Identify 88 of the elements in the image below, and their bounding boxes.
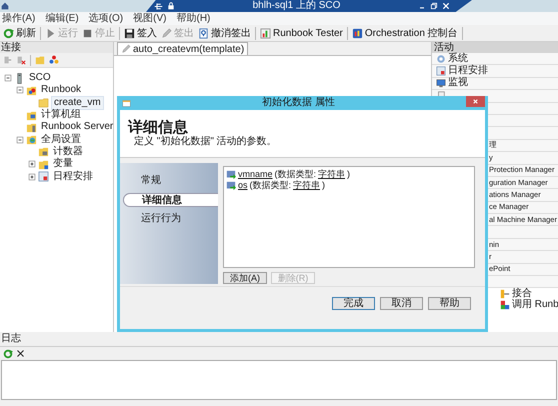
tree-item[interactable]: 计算机组 bbox=[39, 109, 83, 122]
dialog-description: 定义 "初始化数据" 活动的参数。 bbox=[133, 136, 278, 148]
play-icon bbox=[45, 28, 56, 38]
folder-icon bbox=[26, 110, 37, 121]
pencil-icon bbox=[121, 44, 131, 54]
parameter-name[interactable]: vmname bbox=[238, 169, 273, 180]
gear-icon bbox=[436, 54, 446, 64]
calendar-icon bbox=[436, 66, 446, 76]
folder-icon bbox=[26, 84, 37, 96]
parameter-type-label: (数据类型: bbox=[274, 169, 316, 180]
nav-item[interactable]: 运行行为 bbox=[123, 212, 218, 226]
menu-item[interactable]: 帮助(H) bbox=[176, 12, 210, 24]
parameter-icon bbox=[226, 180, 236, 190]
toolbar-button[interactable]: Orchestration 控制台 bbox=[350, 26, 460, 40]
console-icon bbox=[352, 28, 363, 38]
tree-item[interactable]: 计数器 bbox=[51, 146, 85, 158]
parameter-name[interactable]: os bbox=[238, 180, 248, 191]
close-button[interactable] bbox=[466, 96, 485, 107]
tree-item[interactable]: 日程安排 bbox=[51, 170, 95, 183]
pin-icon bbox=[154, 2, 163, 10]
window-title: bhlh-sql1 上的 SCO bbox=[252, 0, 342, 12]
parameter-suffix: ) bbox=[347, 169, 350, 180]
activity-category[interactable]: 系统 bbox=[448, 52, 468, 65]
monitor-icon bbox=[436, 78, 446, 88]
parameter-suffix: ) bbox=[322, 180, 326, 191]
pencil-icon bbox=[161, 28, 172, 38]
junction-icon bbox=[500, 288, 510, 299]
toolbar-button[interactable]: 签入 bbox=[122, 26, 159, 40]
menu-item[interactable]: 视图(V) bbox=[133, 12, 166, 24]
home-icon bbox=[1, 2, 9, 10]
chart-icon bbox=[260, 28, 271, 38]
activity-item[interactable]: 接合 bbox=[512, 288, 532, 300]
invoke-icon bbox=[500, 300, 510, 310]
window-icon bbox=[122, 98, 131, 108]
toolbar-button[interactable]: Runbook Tester bbox=[258, 26, 345, 40]
tree-item[interactable]: create_vm bbox=[51, 96, 104, 110]
menu-item[interactable]: 操作(A) bbox=[2, 12, 36, 24]
refresh-icon bbox=[3, 348, 13, 358]
dialog-button[interactable]: 完成 bbox=[332, 297, 375, 310]
list-button[interactable]: 添加(A) bbox=[223, 272, 267, 284]
disconnect-icon bbox=[16, 55, 26, 65]
panel-title: 日志 bbox=[1, 334, 21, 344]
panel-title: 连接 bbox=[1, 42, 21, 53]
shapes-icon bbox=[49, 55, 59, 65]
folder-icon bbox=[35, 55, 45, 65]
category-row[interactable]: 日程安排 bbox=[432, 65, 558, 78]
menu-item[interactable]: 选项(O) bbox=[88, 12, 124, 24]
dialog-button[interactable]: 取消 bbox=[380, 297, 423, 310]
document-help-icon bbox=[198, 28, 209, 38]
tree-item[interactable]: Runbook bbox=[39, 84, 84, 96]
dialog-heading: 详细信息 bbox=[128, 119, 189, 136]
connect-icon bbox=[2, 55, 12, 65]
activity-category[interactable]: 监视 bbox=[448, 77, 468, 90]
dialog-title: 初始化数据 属性 bbox=[261, 96, 336, 110]
parameter-icon bbox=[226, 170, 236, 180]
folder-icon bbox=[38, 97, 49, 108]
tree-item[interactable]: 变量 bbox=[51, 158, 75, 170]
tab-label: auto_createvm(template) bbox=[133, 42, 244, 56]
toolbar-button[interactable]: 撤消签出 bbox=[196, 26, 253, 40]
calendar-icon bbox=[38, 171, 49, 182]
folder-icon bbox=[26, 122, 37, 133]
parameter-type[interactable]: 字符串 bbox=[318, 169, 346, 180]
nav-item[interactable]: 常规 bbox=[123, 174, 218, 188]
restore-icon bbox=[430, 2, 438, 10]
document-tab[interactable]: auto_createvm(template) bbox=[117, 42, 248, 55]
folder-icon bbox=[26, 134, 37, 146]
panel-title: 活动 bbox=[434, 42, 454, 53]
category-row[interactable]: 系统 bbox=[432, 53, 558, 66]
stop-icon bbox=[82, 28, 93, 38]
parameter-type-label: (数据类型: bbox=[250, 180, 292, 191]
tree-item[interactable]: Runbook Server bbox=[39, 121, 116, 134]
toolbar-button[interactable]: 刷新 bbox=[1, 26, 38, 40]
close-icon bbox=[16, 349, 25, 358]
tree-item[interactable]: SCO bbox=[27, 72, 53, 84]
lock-icon bbox=[167, 2, 175, 10]
dialog-button[interactable]: 帮助 bbox=[428, 297, 471, 310]
close-icon bbox=[442, 2, 450, 10]
tree-item[interactable]: 全局设置 bbox=[39, 134, 83, 146]
category-row[interactable]: 监视 bbox=[432, 78, 558, 90]
refresh-icon bbox=[3, 28, 14, 38]
activity-category[interactable]: 日程安排 bbox=[448, 65, 488, 78]
nav-item[interactable]: 详细信息 bbox=[123, 193, 218, 207]
close-icon bbox=[472, 98, 479, 105]
folder-icon bbox=[38, 146, 49, 158]
parameter-type[interactable]: 字符串 bbox=[293, 180, 320, 191]
menu-item[interactable]: 编辑(E) bbox=[45, 12, 79, 24]
folder-icon bbox=[38, 158, 49, 170]
activity-item[interactable]: 调用 Runb bbox=[512, 299, 558, 310]
